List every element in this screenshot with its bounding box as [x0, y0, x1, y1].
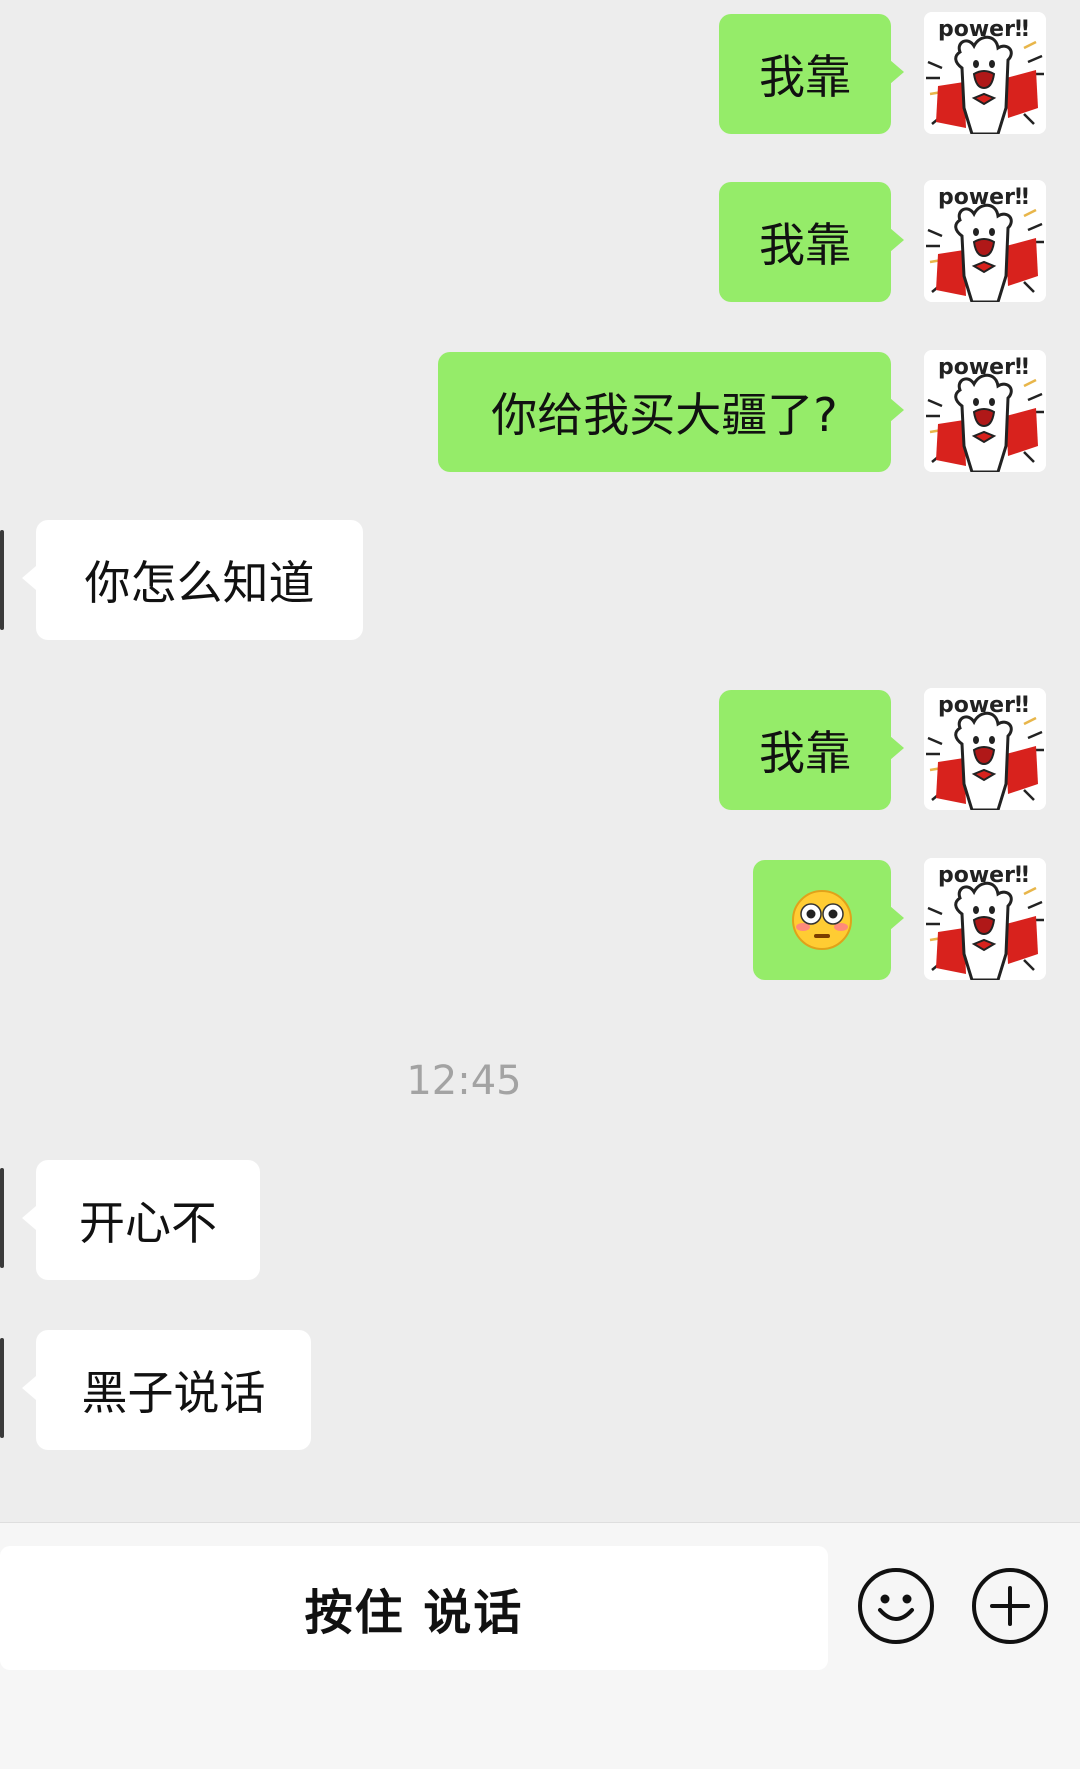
message-bubble-other[interactable]: 开心不: [36, 1160, 260, 1280]
emoji-button[interactable]: [858, 1568, 934, 1644]
hold-to-talk-button[interactable]: 按住 说话: [0, 1546, 828, 1670]
avatar-edge[interactable]: [0, 1338, 4, 1438]
power-sticker-icon: [924, 350, 1046, 472]
bubble-tail: [890, 906, 904, 930]
message-bubble-mine[interactable]: 我靠: [719, 14, 891, 134]
message-bubble-other[interactable]: 你怎么知道: [36, 520, 363, 640]
avatar-edge[interactable]: [0, 530, 4, 630]
message-bubble-mine[interactable]: [753, 860, 891, 980]
bubble-tail: [890, 60, 904, 84]
power-sticker-icon: [924, 180, 1046, 302]
message-timestamp: 12:45: [406, 1058, 522, 1104]
message-bubble-mine[interactable]: 我靠: [719, 690, 891, 810]
smiley-icon: [878, 1594, 914, 1621]
avatar-power-sticker[interactable]: [924, 180, 1046, 302]
plus-icon: [990, 1586, 1030, 1626]
more-button[interactable]: [972, 1568, 1048, 1644]
avatar-power-sticker[interactable]: [924, 688, 1046, 810]
power-sticker-icon: [924, 12, 1046, 134]
bubble-tail: [22, 1376, 36, 1400]
bubble-tail: [890, 736, 904, 760]
message-bubble-mine[interactable]: 你给我买大疆了?: [438, 352, 891, 472]
avatar-power-sticker[interactable]: [924, 350, 1046, 472]
bubble-tail: [22, 566, 36, 590]
message-bubble-mine[interactable]: 我靠: [719, 182, 891, 302]
flushed-face-icon: [792, 890, 852, 950]
avatar-edge[interactable]: [0, 1168, 4, 1268]
bubble-tail: [22, 1206, 36, 1230]
power-sticker-icon: [924, 688, 1046, 810]
bubble-tail: [890, 228, 904, 252]
avatar-power-sticker[interactable]: [924, 12, 1046, 134]
avatar-power-sticker[interactable]: [924, 858, 1046, 980]
bubble-tail: [890, 398, 904, 422]
power-sticker-icon: [924, 858, 1046, 980]
message-bubble-other[interactable]: 黑子说话: [36, 1330, 311, 1450]
